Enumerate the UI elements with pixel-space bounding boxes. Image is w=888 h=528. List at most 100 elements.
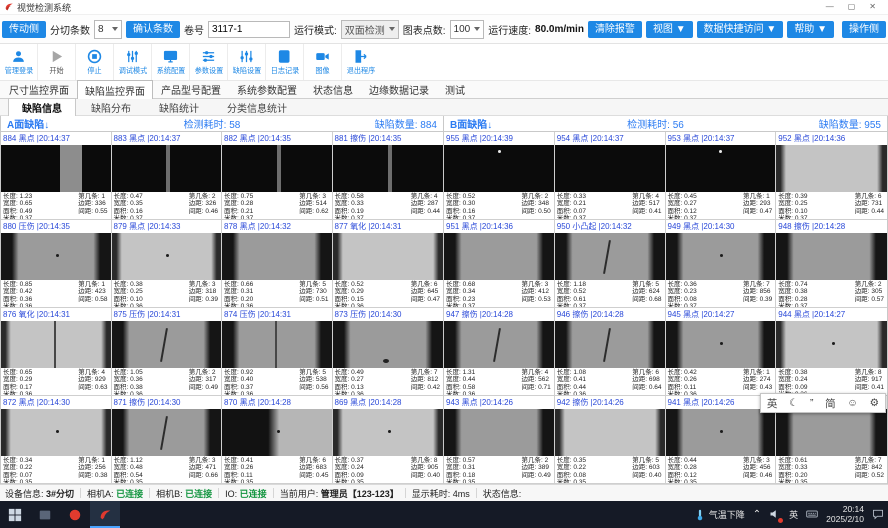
defect-thumbnail[interactable] [666,409,776,456]
main-tab[interactable]: 尺寸监控界面 [1,79,77,98]
weather-widget[interactable]: 气温下降 [694,508,745,521]
defect-thumbnail[interactable] [112,145,222,192]
defect-cell[interactable]: 945 黑点 |20:14:27长度: 0.42宽度: 0.26面积: 0.11… [666,308,777,396]
defect-cell[interactable]: 944 黑点 |20:14:27长度: 0.38宽度: 0.24面积: 0.09… [776,308,887,396]
action-stop-button[interactable]: 停止 [75,44,113,80]
defect-cell-title[interactable]: 946 擦伤 |20:14:28 [555,308,665,321]
sub-tab[interactable]: 缺陷分布 [78,99,144,116]
defect-cell[interactable]: 880 压伤 |20:14:35长度: 0.85宽度: 0.42面积: 0.36… [1,220,112,308]
defect-cell-title[interactable]: 870 黑点 |20:14:28 [222,396,332,409]
notification-center-icon[interactable] [872,508,884,522]
sort-down-icon[interactable]: ↓ [44,120,49,131]
defect-cell-title[interactable]: 869 黑点 |20:14:28 [333,396,444,409]
action-sliders-button[interactable]: 参数设置 [189,44,227,80]
defect-cell[interactable]: 870 黑点 |20:14:28长度: 0.41宽度: 0.26面积: 0.11… [222,396,333,484]
slit-count-select[interactable]: 8 [94,20,122,39]
defect-cell[interactable]: 955 黑点 |20:14:39长度: 0.52宽度: 0.30面积: 0.16… [444,132,555,220]
defect-thumbnail[interactable] [1,409,111,456]
sub-tab[interactable]: 缺陷信息 [8,98,76,117]
defect-cell-title[interactable]: 950 小凸起 |20:14:32 [555,220,665,233]
action-log-button[interactable]: 日志记录 [265,44,303,80]
defect-cell-title[interactable]: 878 黑点 |20:14:32 [222,220,332,233]
taskbar-active-app-icon[interactable] [90,501,120,528]
action-tune-button[interactable]: 调试模式 [113,44,151,80]
defect-thumbnail[interactable] [555,321,665,368]
defect-thumbnail[interactable] [555,145,665,192]
ime-item[interactable]: 简 [825,396,836,411]
defect-cell-title[interactable]: 871 擦伤 |20:14:30 [112,396,222,409]
defect-cell[interactable]: 869 黑点 |20:14:28长度: 0.37宽度: 0.24面积: 0.09… [333,396,444,484]
sub-tab[interactable]: 分类信息统计 [214,99,300,116]
defect-cell-title[interactable]: 945 黑点 |20:14:27 [666,308,776,321]
defect-thumbnail[interactable] [444,145,554,192]
ime-toolbar[interactable]: 英☾”简☺⚙ [760,393,886,413]
defect-cell[interactable]: 952 黑点 |20:14:36长度: 0.39宽度: 0.25面积: 0.10… [776,132,887,220]
tray-expand-icon[interactable]: ⌃ [753,509,761,520]
operator-side-button[interactable]: 操作侧 [842,21,886,38]
defect-cell[interactable]: 950 小凸起 |20:14:32长度: 1.18宽度: 0.52面积: 0.6… [555,220,666,308]
main-tab[interactable]: 边缘数据记录 [361,79,437,98]
sort-down-icon[interactable]: ↓ [487,120,492,131]
defect-cell-title[interactable]: 952 黑点 |20:14:36 [776,132,887,145]
defect-cell[interactable]: 875 压伤 |20:14:31长度: 1.05宽度: 0.36面积: 0.38… [112,308,223,396]
data-access-menu-button[interactable]: 数据快捷访问 ▼ [697,21,784,38]
chart-points-select[interactable]: 100 [450,20,485,39]
defect-thumbnail[interactable] [333,233,444,280]
defect-cell[interactable]: 878 黑点 |20:14:32长度: 0.66宽度: 0.31面积: 0.20… [222,220,333,308]
defect-thumbnail[interactable] [444,233,554,280]
ime-item[interactable]: ” [810,397,814,409]
action-camera-button[interactable]: 图像 [303,44,341,80]
defect-cell[interactable]: 883 黑点 |20:14:37长度: 0.47宽度: 0.35面积: 0.16… [112,132,223,220]
defect-thumbnail[interactable] [1,145,111,192]
defect-thumbnail[interactable] [222,233,332,280]
defect-thumbnail[interactable] [666,145,776,192]
defect-cell-title[interactable]: 883 黑点 |20:14:37 [112,132,222,145]
defect-cell[interactable]: 942 擦伤 |20:14:26长度: 0.35宽度: 0.22面积: 0.08… [555,396,666,484]
sub-tab[interactable]: 缺陷统计 [146,99,212,116]
defect-cell[interactable]: 951 黑点 |20:14:36长度: 0.68宽度: 0.34面积: 0.23… [444,220,555,308]
defect-cell[interactable]: 943 黑点 |20:14:26长度: 0.57宽度: 0.31面积: 0.18… [444,396,555,484]
defect-cell-title[interactable]: 947 擦伤 |20:14:28 [444,308,554,321]
defect-thumbnail[interactable] [444,409,554,456]
defect-cell[interactable]: 881 擦伤 |20:14:35长度: 0.58宽度: 0.33面积: 0.19… [333,132,444,220]
roll-number-input[interactable] [208,21,290,38]
defect-cell-title[interactable]: 876 氧化 |20:14:31 [1,308,111,321]
defect-thumbnail[interactable] [1,321,111,368]
defect-cell[interactable]: 874 压伤 |20:14:31长度: 0.92宽度: 0.40面积: 0.37… [222,308,333,396]
defect-cell-title[interactable]: 880 压伤 |20:14:35 [1,220,111,233]
defect-cell-title[interactable]: 881 擦伤 |20:14:35 [333,132,444,145]
ime-item[interactable]: ⚙ [870,397,879,409]
defect-thumbnail[interactable] [776,321,887,368]
defect-thumbnail[interactable] [1,233,111,280]
main-tab[interactable]: 系统参数配置 [229,79,305,98]
defect-cell-title[interactable]: 941 黑点 |20:14:26 [666,396,776,409]
defect-cell-title[interactable]: 879 黑点 |20:14:33 [112,220,222,233]
defect-thumbnail[interactable] [222,145,332,192]
defect-cell[interactable]: 876 氧化 |20:14:31长度: 0.65宽度: 0.29面积: 0.17… [1,308,112,396]
defect-cell-title[interactable]: 877 氧化 |20:14:31 [333,220,444,233]
defect-cell[interactable]: 871 擦伤 |20:14:30长度: 1.12宽度: 0.48面积: 0.54… [112,396,223,484]
defect-thumbnail[interactable] [666,321,776,368]
defect-cell[interactable]: 872 黑点 |20:14:30长度: 0.34宽度: 0.22面积: 0.07… [1,396,112,484]
defect-thumbnail[interactable] [555,409,665,456]
defect-cell[interactable]: 884 黑点 |20:14:37长度: 1.23宽度: 0.65面积: 0.49… [1,132,112,220]
start-button[interactable] [0,501,30,528]
defect-cell-title[interactable]: 942 擦伤 |20:14:26 [555,396,665,409]
defect-thumbnail[interactable] [666,233,776,280]
defect-cell[interactable]: 877 氧化 |20:14:31长度: 0.52宽度: 0.29面积: 0.15… [333,220,444,308]
clear-alarm-button[interactable]: 清除报警 [588,21,642,38]
clock[interactable]: 20:14 2025/2/10 [826,505,864,525]
confirm-count-button[interactable]: 确认条数 [126,21,180,38]
defect-thumbnail[interactable] [222,409,332,456]
action-user-button[interactable]: 管理登录 [0,44,37,80]
defect-thumbnail[interactable] [444,321,554,368]
defect-thumbnail[interactable] [112,409,222,456]
defect-cell-title[interactable]: 944 黑点 |20:14:27 [776,308,887,321]
defect-thumbnail[interactable] [333,409,444,456]
defect-cell[interactable]: 947 擦伤 |20:14:28长度: 1.31宽度: 0.44面积: 0.58… [444,308,555,396]
defect-cell-title[interactable]: 874 压伤 |20:14:31 [222,308,332,321]
defect-cell-title[interactable]: 943 黑点 |20:14:26 [444,396,554,409]
defect-cell[interactable]: 882 黑点 |20:14:35长度: 0.75宽度: 0.28面积: 0.21… [222,132,333,220]
defect-cell[interactable]: 948 擦伤 |20:14:28长度: 0.74宽度: 0.38面积: 0.28… [776,220,887,308]
defect-thumbnail[interactable] [222,321,332,368]
